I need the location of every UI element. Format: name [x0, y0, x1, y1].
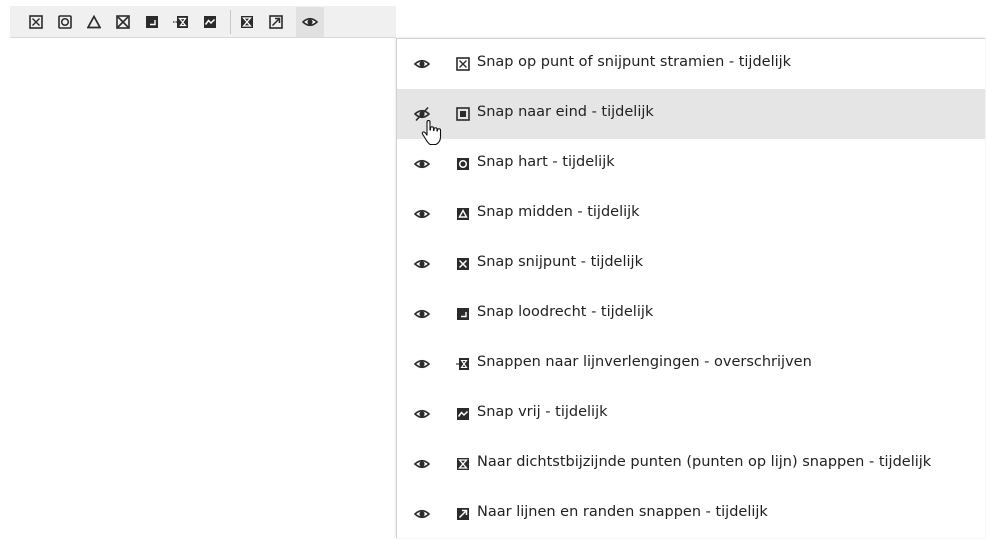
- eye-icon[interactable]: [414, 356, 430, 372]
- menu-item-label: Snap vrij - tijdelijk: [477, 404, 608, 420]
- menu-item-snap-perpendicular[interactable]: Snap loodrecht - tijdelijk: [397, 289, 985, 339]
- snap-lines-edges-button[interactable]: [265, 11, 287, 33]
- snap-grid-intersection-icon: [29, 14, 43, 29]
- eye-icon[interactable]: [414, 306, 430, 322]
- visibility-dropdown-menu: Snap op punt of snijpunt stramien - tijd…: [396, 38, 985, 538]
- menu-item-snap-midpoint[interactable]: Snap midden - tijdelijk: [397, 189, 985, 239]
- menu-item-snap-nearest[interactable]: Naar dichtstbijzijnde punten (punten op …: [397, 439, 985, 489]
- snap-midpoint-icon: [457, 208, 469, 220]
- snap-nearest-icon: [457, 458, 469, 470]
- toolbar-separator: [230, 9, 231, 34]
- menu-item-snap-center[interactable]: Snap hart - tijdelijk: [397, 139, 985, 189]
- snap-nearest-icon: [241, 15, 253, 28]
- menu-item-snap-free[interactable]: Snap vrij - tijdelijk: [397, 389, 985, 439]
- eye-icon[interactable]: [414, 406, 430, 422]
- snap-midpoint-button[interactable]: [83, 11, 105, 33]
- snap-grid-intersection-icon: [456, 57, 470, 71]
- menu-item-snap-endpoint[interactable]: Snap naar eind - tijdelijk: [397, 89, 985, 146]
- visibility-menu-button[interactable]: [296, 6, 324, 37]
- snap-center-icon: [58, 14, 72, 29]
- snap-extension-icon: [173, 15, 188, 28]
- menu-item-label: Snap loodrecht - tijdelijk: [477, 304, 654, 320]
- snap-lines-edges-icon: [269, 14, 283, 29]
- menu-item-label: Snap naar eind - tijdelijk: [477, 104, 654, 120]
- menu-item-snap-extension[interactable]: Snappen naar lijnverlengingen - overschr…: [397, 339, 985, 389]
- snap-extension-icon: [456, 358, 469, 370]
- snap-perpendicular-button[interactable]: [141, 11, 163, 33]
- snap-midpoint-icon: [87, 14, 101, 28]
- snap-grid-button[interactable]: [25, 11, 47, 33]
- snap-intersection-icon: [116, 14, 130, 29]
- menu-item-label: Snap hart - tijdelijk: [477, 154, 615, 170]
- menu-item-snap-intersection[interactable]: Snap snijpunt - tijdelijk: [397, 239, 985, 289]
- snap-center-button[interactable]: [54, 11, 76, 33]
- eye-icon[interactable]: [414, 256, 430, 272]
- eye-icon: [302, 17, 318, 26]
- snap-extension-button[interactable]: [170, 11, 192, 33]
- snap-perpendicular-icon: [457, 308, 469, 320]
- snap-intersection-icon: [457, 258, 469, 270]
- eye-icon[interactable]: [414, 56, 430, 72]
- snap-free-button[interactable]: [199, 11, 221, 33]
- eye-icon[interactable]: [414, 206, 430, 222]
- menu-item-label: Naar lijnen en randen snappen - tijdelij…: [477, 504, 768, 520]
- snap-lines-edges-icon: [457, 508, 469, 520]
- eye-icon[interactable]: [414, 506, 430, 522]
- eye-icon[interactable]: [414, 156, 430, 172]
- snap-center-icon: [457, 158, 469, 170]
- menu-item-label: Snap op punt of snijpunt stramien - tijd…: [477, 54, 792, 70]
- snap-free-icon: [457, 408, 469, 420]
- snap-nearest-button[interactable]: [236, 11, 258, 33]
- snap-free-icon: [204, 15, 216, 28]
- snap-endpoint-icon: [456, 107, 470, 121]
- menu-item-label: Snappen naar lijnverlengingen - overschr…: [477, 354, 812, 370]
- eye-icon[interactable]: [414, 456, 430, 472]
- menu-item-snap-lines-edges[interactable]: Naar lijnen en randen snappen - tijdelij…: [397, 489, 985, 539]
- menu-item-label: Naar dichtstbijzijnde punten (punten op …: [477, 454, 932, 470]
- menu-item-snap-grid[interactable]: Snap op punt of snijpunt stramien - tijd…: [397, 39, 985, 89]
- menu-item-label: Snap snijpunt - tijdelijk: [477, 254, 643, 270]
- snap-toolbar: [10, 6, 396, 38]
- snap-perpendicular-icon: [146, 15, 158, 28]
- menu-item-label: Snap midden - tijdelijk: [477, 204, 640, 220]
- snap-intersection-button[interactable]: [112, 11, 134, 33]
